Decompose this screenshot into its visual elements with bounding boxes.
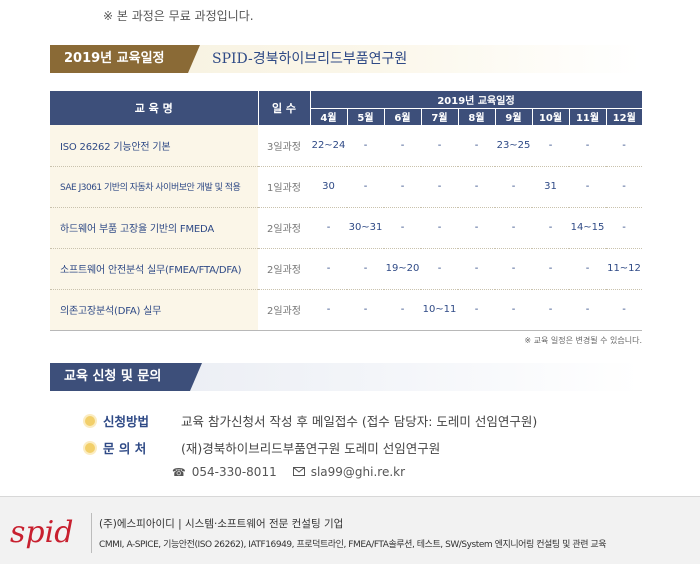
month-cell: - xyxy=(347,289,384,331)
course-name: ISO 26262 기능안전 기본 xyxy=(50,125,258,167)
month-cell: - xyxy=(458,289,495,331)
table-row: SAE J3061 기반의 자동차 사이버보안 개발 및 적용 1일과정 30 … xyxy=(50,166,642,208)
course-name: 하드웨어 부품 고장율 기반의 FMEDA xyxy=(50,207,258,249)
month-cell: - xyxy=(495,289,532,331)
month-header: 5월 xyxy=(347,108,385,125)
month-cell: - xyxy=(347,125,384,167)
course-name: SAE J3061 기반의 자동차 사이버보안 개발 및 적용 xyxy=(50,166,258,208)
month-cell: - xyxy=(421,125,458,167)
month-cell: - xyxy=(384,125,421,167)
month-cell: - xyxy=(310,207,347,249)
company-tagline: (주)에스피아이디 | 시스템·소프트웨어 전문 컨설팅 기업 xyxy=(99,518,344,530)
month-cell: - xyxy=(606,125,642,167)
month-cell: 30~31 xyxy=(347,207,384,249)
month-cell: - xyxy=(347,166,384,208)
month-cell: - xyxy=(347,248,384,290)
course-name: 소프트웨어 안전분석 실무(FMEA/FTA/DFA) xyxy=(50,248,258,290)
month-header: 4월 xyxy=(310,108,348,125)
month-cell: 22~24 xyxy=(310,125,347,167)
month-header: 11월 xyxy=(569,108,607,125)
table-row: ISO 26262 기능안전 기본 3일과정 22~24 - - - - 23~… xyxy=(50,125,642,167)
month-cell: 19~20 xyxy=(384,248,421,290)
month-cell: 30 xyxy=(310,166,347,208)
month-cell: - xyxy=(569,166,606,208)
course-column-header: 교 육 명 xyxy=(50,91,259,125)
month-cell: - xyxy=(458,248,495,290)
month-cell: - xyxy=(384,166,421,208)
method-label: 신청방법 xyxy=(103,414,150,429)
schedule-column-header: 2019년 교육일정 xyxy=(310,91,643,109)
schedule-section-title: SPID-경북하이브리드부품연구원 xyxy=(212,51,408,67)
month-cell: - xyxy=(532,125,569,167)
schedule-section-header: 2019년 교육일정 SPID-경북하이브리드부품연구원 xyxy=(50,45,640,73)
bullet-icon xyxy=(85,442,95,453)
month-cell: - xyxy=(532,248,569,290)
course-name: 의존고장분석(DFA) 실무 xyxy=(50,289,258,331)
month-cell: - xyxy=(569,125,606,167)
footer: spid (주)에스피아이디 | 시스템·소프트웨어 전문 컨설팅 기업 CMM… xyxy=(0,496,700,564)
course-days: 2일과정 xyxy=(258,248,310,290)
month-cell: - xyxy=(421,207,458,249)
inquiry-section-header: 교육 신청 및 문의 xyxy=(50,363,640,391)
month-cell: 10~11 xyxy=(421,289,458,331)
application-method-row: 신청방법 교육 참가신청서 작성 후 메일접수 (접수 담당자: 도레미 선임연… xyxy=(85,411,537,430)
month-cell: - xyxy=(310,248,347,290)
month-header: 6월 xyxy=(384,108,422,125)
phone-number[interactable]: 054-330-8011 xyxy=(192,465,277,479)
inquiry-section-tag: 교육 신청 및 문의 xyxy=(50,363,202,391)
month-cell: - xyxy=(569,248,606,290)
table-row: 하드웨어 부품 고장율 기반의 FMEDA 2일과정 - 30~31 - - -… xyxy=(50,207,642,249)
month-header: 7월 xyxy=(421,108,459,125)
month-cell: 31 xyxy=(532,166,569,208)
month-cell: - xyxy=(495,166,532,208)
month-cell: - xyxy=(495,248,532,290)
envelope-icon xyxy=(292,466,305,479)
month-cell: - xyxy=(606,207,642,249)
course-days: 3일과정 xyxy=(258,125,310,167)
month-cell: - xyxy=(606,166,642,208)
contact-label: 문 의 처 xyxy=(103,441,147,456)
month-header: 10월 xyxy=(532,108,570,125)
spid-logo-text: spid xyxy=(10,515,73,550)
spid-logo: spid xyxy=(10,515,73,550)
days-column-header: 일 수 xyxy=(258,91,311,125)
schedule-table: 교 육 명 일 수 2019년 교육일정 4월 5월 6월 7월 8월 9월 1… xyxy=(50,91,643,331)
month-cell: - xyxy=(384,207,421,249)
email-address[interactable]: sla99@ghi.re.kr xyxy=(311,465,405,479)
phone-icon: ☎ xyxy=(172,465,186,479)
month-cell: - xyxy=(458,207,495,249)
month-cell: - xyxy=(569,289,606,331)
month-cell: - xyxy=(421,166,458,208)
footer-divider xyxy=(91,513,92,553)
month-header: 9월 xyxy=(495,108,533,125)
method-text: 교육 참가신청서 작성 후 메일접수 (접수 담당자: 도레미 선임연구원) xyxy=(181,414,538,429)
month-cell: - xyxy=(310,289,347,331)
month-cell: - xyxy=(606,289,642,331)
table-row: 의존고장분석(DFA) 실무 2일과정 - - - 10~11 - - - - … xyxy=(50,289,642,331)
schedule-section-tag: 2019년 교육일정 xyxy=(50,45,200,73)
free-course-notice: ※ 본 과정은 무료 과정입니다. xyxy=(103,9,254,23)
course-days: 2일과정 xyxy=(258,289,310,331)
month-header: 8월 xyxy=(458,108,496,125)
month-cell: - xyxy=(495,207,532,249)
month-cell: - xyxy=(532,289,569,331)
month-cell: - xyxy=(458,125,495,167)
company-services: CMMI, A-SPICE, 기능안전(ISO 26262), IATF1694… xyxy=(99,540,607,550)
bullet-icon xyxy=(85,415,95,426)
table-row: 소프트웨어 안전분석 실무(FMEA/FTA/DFA) 2일과정 - - 19~… xyxy=(50,248,642,290)
month-cell: - xyxy=(458,166,495,208)
contact-row: 문 의 처 (재)경북하이브리드부품연구원 도레미 선임연구원 xyxy=(85,438,440,457)
month-cell: - xyxy=(421,248,458,290)
month-header: 12월 xyxy=(606,108,642,125)
month-cell: - xyxy=(532,207,569,249)
course-days: 1일과정 xyxy=(258,166,310,208)
month-cell: - xyxy=(384,289,421,331)
contact-details: ☎ 054-330-8011 sla99@ghi.re.kr xyxy=(172,465,405,479)
month-cell: 11~12 xyxy=(606,248,642,290)
contact-text: (재)경북하이브리드부품연구원 도레미 선임연구원 xyxy=(181,441,441,456)
month-cell: 14~15 xyxy=(569,207,606,249)
schedule-change-note: ※ 교육 일정은 변경될 수 있습니다. xyxy=(524,336,642,345)
month-cell: 23~25 xyxy=(495,125,532,167)
course-days: 2일과정 xyxy=(258,207,310,249)
